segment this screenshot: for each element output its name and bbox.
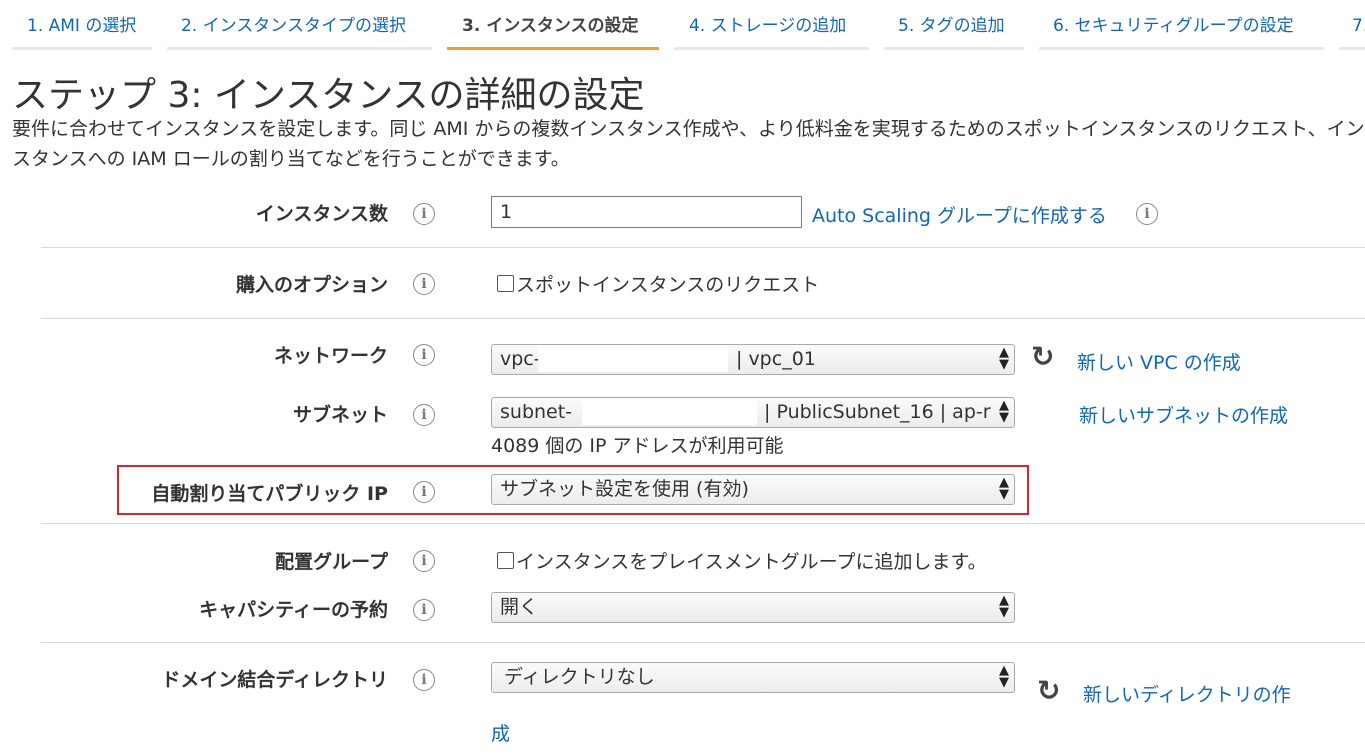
info-icon[interactable]: i — [413, 344, 435, 366]
network-label: ネットワーク — [273, 345, 388, 367]
divider — [41, 642, 1365, 643]
domain-directory-select[interactable]: ディレクトリなし ▲ ▼ — [491, 662, 1015, 693]
divider — [41, 318, 1365, 319]
network-select[interactable]: vpc- | vpc_01 ▲ ▼ — [491, 344, 1015, 375]
purchase-option-label: 購入のオプション — [235, 274, 388, 296]
placement-group-label: 配置グループ — [275, 551, 388, 573]
subnet-value-suffix: | PublicSubnet_16 | ap-r — [764, 401, 991, 423]
select-arrow-icon: ▲ ▼ — [999, 398, 1009, 425]
spot-request-checkbox-row[interactable]: スポットインスタンスのリクエスト — [497, 270, 819, 297]
info-icon[interactable]: i — [413, 550, 435, 572]
tab-configure-instance[interactable]: 3. インスタンスの設定 — [447, 0, 659, 50]
tab-security-group[interactable]: 6. セキュリティグループの設定 — [1039, 0, 1324, 50]
auto-scaling-link[interactable]: Auto Scaling グループに作成する — [812, 201, 1107, 228]
domain-directory-label: ドメイン結合ディレクトリ — [161, 669, 388, 691]
network-value-suffix: | vpc_01 — [736, 348, 816, 370]
instance-count-label: インスタンス数 — [255, 203, 388, 225]
info-icon[interactable]: i — [413, 203, 435, 225]
placement-group-checkbox-row[interactable]: インスタンスをプレイスメントグループに追加します。 — [497, 547, 987, 574]
create-vpc-link[interactable]: 新しい VPC の作成 — [1077, 348, 1241, 375]
network-value-prefix: vpc- — [500, 348, 541, 370]
tab-add-storage[interactable]: 4. ストレージの追加 — [674, 0, 869, 50]
public-ip-label: 自動割り当てパブリック IP — [151, 483, 388, 505]
select-arrow-icon: ▲ ▼ — [999, 593, 1009, 620]
capacity-reservation-select[interactable]: 開く ▲ ▼ — [491, 592, 1015, 623]
select-arrow-icon: ▲ ▼ — [999, 475, 1009, 502]
create-directory-link[interactable]: 新しいディレクトリの作 — [1083, 680, 1291, 707]
instance-count-input[interactable] — [491, 196, 802, 228]
divider — [41, 247, 1365, 248]
create-subnet-link[interactable]: 新しいサブネットの作成 — [1079, 401, 1288, 428]
refresh-icon[interactable]: ↻ — [1031, 343, 1054, 371]
public-ip-value: サブネット設定を使用 (有効) — [500, 478, 749, 500]
subnet-select[interactable]: subnet- | PublicSubnet_16 | ap-r ▲ ▼ — [491, 397, 1015, 428]
tab-instance-type[interactable]: 2. インスタンスタイプの選択 — [167, 0, 432, 50]
page-title: ステップ 3: インスタンスの詳細の設定 — [12, 75, 645, 116]
subnet-ip-availability: 4089 個の IP アドレスが利用可能 — [491, 435, 784, 457]
select-arrow-icon: ▲ ▼ — [999, 345, 1009, 372]
wizard-tabs: 1. AMI の選択 2. インスタンスタイプの選択 3. インスタンスの設定 … — [0, 0, 1365, 52]
subnet-value-prefix: subnet- — [500, 401, 573, 423]
public-ip-select[interactable]: サブネット設定を使用 (有効) ▲ ▼ — [491, 474, 1015, 505]
redaction-mask — [582, 400, 757, 425]
info-icon[interactable]: i — [413, 273, 435, 295]
info-icon[interactable]: i — [413, 404, 435, 426]
spot-request-checkbox[interactable] — [497, 275, 514, 292]
create-directory-link-continued[interactable]: 成 — [491, 719, 510, 746]
refresh-icon[interactable]: ↻ — [1037, 677, 1060, 705]
tab-review[interactable]: 7. — [1339, 0, 1365, 50]
domain-directory-value: ディレクトリなし — [504, 666, 655, 688]
subnet-label: サブネット — [292, 404, 388, 426]
divider — [41, 523, 1365, 524]
redaction-mask — [538, 347, 728, 372]
info-icon[interactable]: i — [413, 599, 435, 621]
page-description: 要件に合わせてインスタンスを設定します。同じ AMI からの複数インスタンス作成… — [12, 118, 1365, 170]
tab-add-tags[interactable]: 5. タグの追加 — [884, 0, 1024, 50]
placement-group-checkbox-label: インスタンスをプレイスメントグループに追加します。 — [516, 551, 987, 573]
capacity-reservation-value: 開く — [500, 596, 539, 618]
capacity-reservation-label: キャパシティーの予約 — [199, 599, 388, 621]
select-arrow-icon: ▲ ▼ — [999, 663, 1009, 690]
spot-request-label: スポットインスタンスのリクエスト — [516, 274, 820, 296]
placement-group-checkbox[interactable] — [497, 552, 514, 569]
info-icon[interactable]: i — [413, 481, 435, 503]
tab-ami-select[interactable]: 1. AMI の選択 — [12, 0, 152, 50]
info-icon[interactable]: i — [413, 669, 435, 691]
info-icon[interactable]: i — [1136, 203, 1158, 225]
